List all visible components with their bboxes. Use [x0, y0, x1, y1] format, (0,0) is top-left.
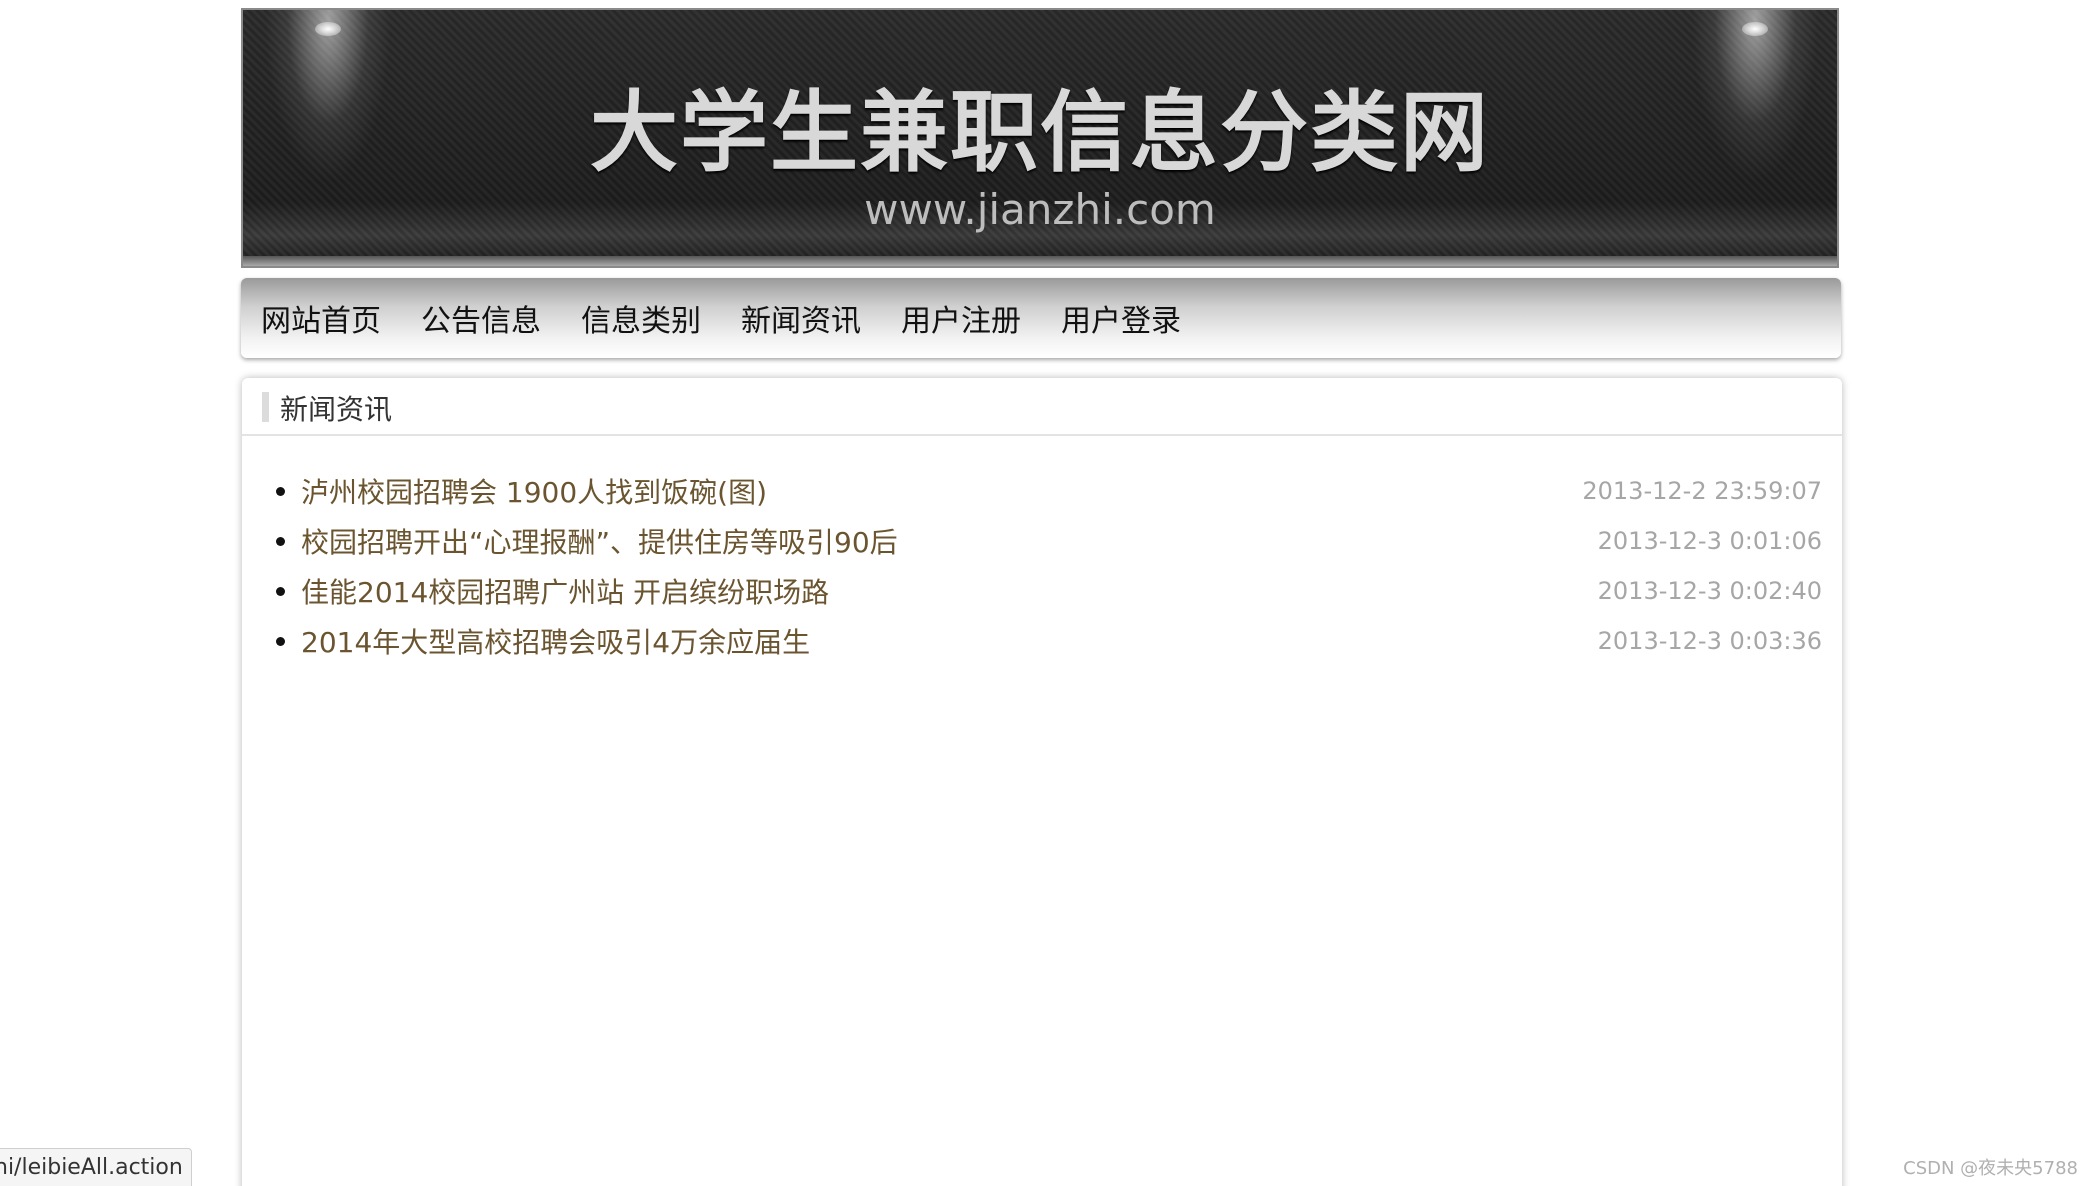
news-list: 泸州校园招聘会 1900人找到饭碗(图) 2013-12-2 23:59:07 … — [276, 466, 1822, 666]
nav-item-home[interactable]: 网站首页 — [261, 296, 381, 340]
news-link[interactable]: 2014年大型高校招聘会吸引4万余应届生 — [301, 621, 810, 661]
news-panel: 新闻资讯 泸州校园招聘会 1900人找到饭碗(图) 2013-12-2 23:5… — [242, 378, 1842, 1186]
watermark: CSDN @夜未央5788 — [1903, 1158, 2078, 1179]
nav-item-announcements[interactable]: 公告信息 — [421, 296, 541, 340]
bullet-icon — [276, 636, 285, 646]
site-title: 大学生兼职信息分类网 — [589, 81, 1490, 184]
news-date: 2013-12-3 0:01:06 — [1597, 527, 1822, 555]
list-item: 佳能2014校园招聘广州站 开启缤纷职场路 2013-12-3 0:02:40 — [276, 566, 1822, 616]
bullet-icon — [276, 536, 285, 546]
nav-item-register[interactable]: 用户注册 — [901, 296, 1021, 340]
list-item: 2014年大型高校招聘会吸引4万余应届生 2013-12-3 0:03:36 — [276, 616, 1822, 666]
list-item: 校园招聘开出“心理报酬”、提供住房等吸引90后 2013-12-3 0:01:0… — [276, 516, 1822, 566]
news-date: 2013-12-3 0:03:36 — [1597, 627, 1822, 655]
news-date: 2013-12-3 0:02:40 — [1597, 577, 1822, 605]
spotlight-left-icon — [315, 22, 341, 36]
page: 大学生兼职信息分类网 www.jianzhi.com 网站首页 公告信息 信息类… — [0, 0, 2092, 1186]
panel-title: 新闻资讯 — [280, 393, 393, 426]
nav-item-news[interactable]: 新闻资讯 — [741, 296, 861, 340]
nav-list: 网站首页 公告信息 信息类别 新闻资讯 用户注册 用户登录 — [241, 278, 1841, 358]
browser-status-bar: hi/leibieAll.action — [0, 1148, 192, 1186]
status-url: hi/leibieAll.action — [0, 1155, 183, 1180]
site-banner: 大学生兼职信息分类网 www.jianzhi.com — [241, 8, 1839, 268]
news-date: 2013-12-2 23:59:07 — [1582, 477, 1822, 505]
header-marker-icon — [262, 392, 269, 422]
spotlight-right-icon — [1742, 22, 1768, 36]
news-link[interactable]: 佳能2014校园招聘广州站 开启缤纷职场路 — [301, 571, 829, 611]
nav-item-categories[interactable]: 信息类别 — [581, 296, 701, 340]
bullet-icon — [276, 586, 285, 596]
news-link[interactable]: 泸州校园招聘会 1900人找到饭碗(图) — [301, 471, 767, 511]
main-nav: 网站首页 公告信息 信息类别 新闻资讯 用户注册 用户登录 — [241, 278, 1841, 358]
site-url: www.jianzhi.com — [864, 185, 1216, 234]
news-link[interactable]: 校园招聘开出“心理报酬”、提供住房等吸引90后 — [301, 521, 898, 561]
bullet-icon — [276, 486, 285, 496]
panel-header: 新闻资讯 — [242, 378, 1842, 436]
nav-item-login[interactable]: 用户登录 — [1061, 296, 1181, 340]
list-item: 泸州校园招聘会 1900人找到饭碗(图) 2013-12-2 23:59:07 — [276, 466, 1822, 516]
